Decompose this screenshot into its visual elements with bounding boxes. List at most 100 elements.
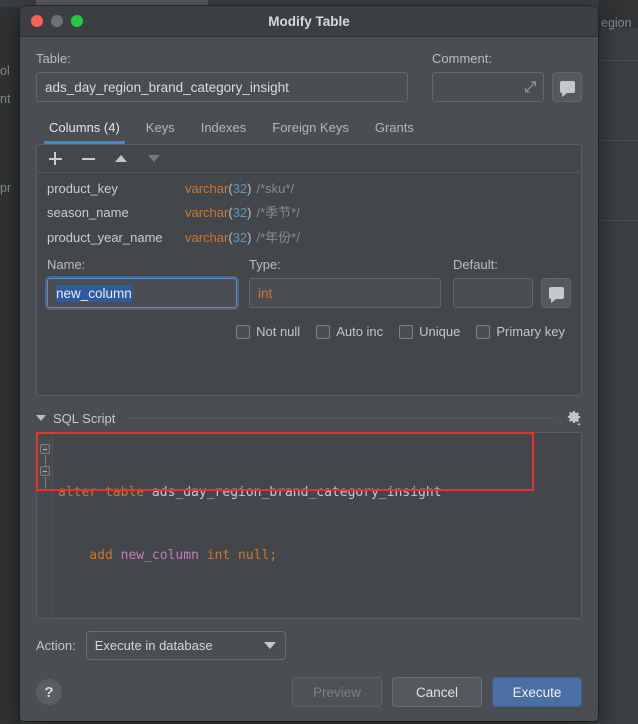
preview-button: Preview	[292, 677, 382, 707]
column-type: varchar	[185, 230, 229, 245]
comment-field-group: Comment:	[432, 51, 582, 102]
execute-button[interactable]: Execute	[492, 677, 582, 707]
fold-connector	[44, 477, 46, 491]
button-row: ? Preview Cancel Execute	[36, 677, 582, 707]
column-length: 32	[232, 181, 248, 196]
comment-label: Comment:	[432, 51, 492, 66]
name-label: Name:	[47, 257, 86, 272]
fold-marker[interactable]	[40, 444, 50, 454]
sql-editor[interactable]: alter table ads_day_region_brand_categor…	[36, 432, 582, 619]
background-divider-1	[598, 60, 638, 61]
column-type-value: int	[258, 285, 273, 301]
checkbox-label: Not null	[256, 324, 301, 339]
caret-down-icon[interactable]	[36, 415, 46, 421]
sql-token: ads_day_region_brand_category_insight	[151, 485, 442, 500]
sql-token: add	[58, 548, 121, 563]
background-text-left-1: ol	[0, 64, 10, 78]
minimize-window-icon[interactable]	[51, 15, 63, 27]
maximize-window-icon[interactable]	[71, 15, 83, 27]
traffic-lights	[31, 15, 83, 27]
table-comment-row: Table: ads_day_region_brand_category_ins…	[36, 51, 582, 102]
checkbox-primary-key[interactable]: Primary key	[476, 324, 565, 339]
column-name-input[interactable]: new_column	[47, 278, 237, 308]
tab-grants[interactable]: Grants	[362, 116, 427, 144]
default-field-wrap	[453, 278, 571, 308]
default-label: Default:	[453, 257, 498, 272]
table-row[interactable]: product_year_name varchar(32) /*年份*/	[37, 224, 581, 249]
column-length: 32	[232, 230, 248, 245]
table-label: Table:	[36, 51, 71, 66]
tab-foreign-keys[interactable]: Foreign Keys	[259, 116, 362, 144]
comment-bubble-icon	[548, 287, 564, 303]
sql-header-divider	[128, 417, 553, 419]
column-name: product_key	[47, 181, 118, 196]
column-comment: /*季节*/	[256, 205, 300, 220]
checkbox-box	[236, 324, 251, 339]
checkbox-box	[476, 324, 491, 339]
tab-keys[interactable]: Keys	[133, 116, 188, 144]
column-name-value: new_column	[56, 284, 132, 302]
move-up-icon	[115, 155, 127, 162]
columns-list: product_key varchar(32) /*sku*/ season_n…	[37, 173, 581, 249]
comment-input-wrap	[432, 72, 544, 102]
checkbox-label: Primary key	[496, 324, 565, 339]
editor-gutter[interactable]	[37, 433, 53, 618]
checkbox-auto-inc[interactable]: Auto inc	[316, 324, 383, 339]
table-row[interactable]: season_name varchar(32) /*季节*/	[37, 199, 581, 224]
sql-code[interactable]: alter table ads_day_region_brand_categor…	[53, 433, 581, 618]
comment-bubble-icon	[559, 81, 575, 97]
column-type: varchar	[185, 205, 229, 220]
checkbox-unique[interactable]: Unique	[399, 324, 460, 339]
chevron-down-icon	[263, 642, 276, 649]
checkbox-box	[316, 324, 331, 339]
dialog-footer: Action: Execute in database ? Preview Ca…	[20, 619, 598, 721]
column-comment: /*年份*/	[256, 230, 300, 245]
move-up-button[interactable]	[113, 151, 129, 167]
column-comment: /*sku*/	[256, 181, 295, 196]
table-comment-button[interactable]	[552, 72, 582, 102]
table-field-group: Table: ads_day_region_brand_category_ins…	[36, 51, 408, 102]
remove-column-button[interactable]	[80, 151, 96, 167]
dialog-titlebar[interactable]: Modify Table	[20, 6, 598, 37]
column-type: varchar	[185, 181, 229, 196]
background-left-panel	[0, 7, 20, 724]
modify-table-dialog: Modify Table Table: ads_day_region_brand…	[20, 6, 598, 721]
checkbox-not-null[interactable]: Not null	[236, 324, 300, 339]
sql-script-header[interactable]: SQL Script	[36, 410, 582, 426]
name-field-wrap: new_column	[47, 278, 237, 308]
column-name: product_year_name	[47, 230, 163, 245]
add-column-button[interactable]	[47, 151, 63, 167]
column-editor-labels: Name: Type: Default:	[47, 257, 571, 272]
move-down-icon	[148, 155, 160, 162]
checkbox-label: Auto inc	[336, 324, 384, 339]
column-default-input[interactable]	[453, 278, 533, 308]
column-comment-button[interactable]	[541, 278, 571, 308]
column-editor-fields: new_column int	[47, 278, 571, 308]
action-label: Action:	[36, 638, 76, 653]
add-column-icon	[48, 152, 62, 165]
checkbox-box	[399, 324, 414, 339]
sql-token: int null;	[198, 548, 278, 563]
action-select-value: Execute in database	[94, 638, 213, 653]
tab-indexes[interactable]: Indexes	[188, 116, 260, 144]
close-window-icon[interactable]	[31, 15, 43, 27]
columns-panel: product_key varchar(32) /*sku*/ season_n…	[36, 144, 582, 396]
dialog-body: Table: ads_day_region_brand_category_ins…	[20, 37, 598, 619]
sql-script-title: SQL Script	[53, 410, 116, 426]
gear-icon[interactable]	[566, 410, 582, 426]
dialog-title: Modify Table	[268, 13, 350, 29]
column-flags: Not null Auto inc Unique Primary key	[47, 324, 571, 339]
action-select[interactable]: Execute in database	[85, 631, 286, 660]
help-button[interactable]: ?	[36, 679, 62, 705]
sql-token: alter table	[58, 485, 152, 500]
action-row: Action: Execute in database	[36, 631, 582, 660]
tab-columns[interactable]: Columns (4)	[36, 116, 133, 144]
fold-marker[interactable]	[40, 466, 50, 476]
background-text-right: egion	[601, 16, 632, 30]
type-label: Type:	[249, 257, 281, 272]
table-name-input[interactable]: ads_day_region_brand_category_insight	[36, 72, 408, 102]
cancel-button[interactable]: Cancel	[392, 677, 482, 707]
column-type-input[interactable]: int	[249, 278, 441, 308]
table-row[interactable]: product_key varchar(32) /*sku*/	[37, 178, 581, 199]
expand-diagonal-icon[interactable]	[524, 81, 537, 94]
